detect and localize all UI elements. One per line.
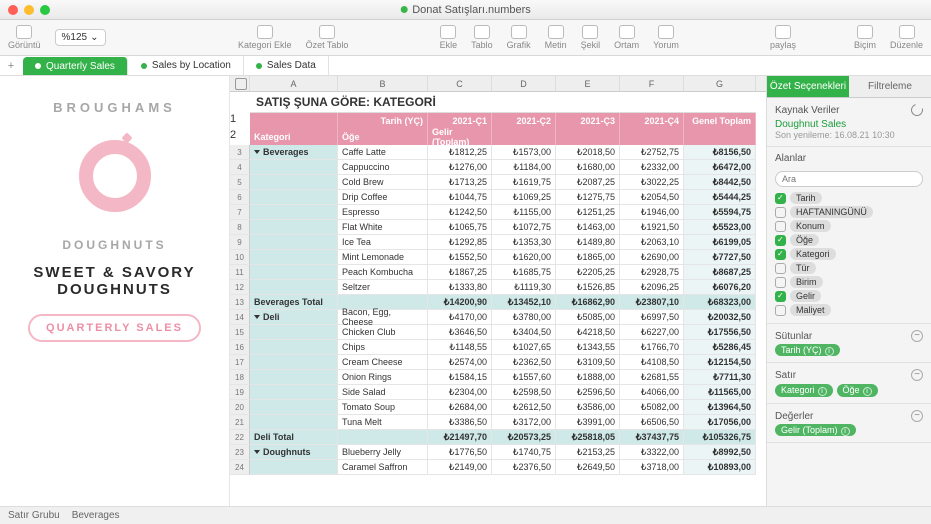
table-row[interactable]: 10Mint Lemonade₺1552,50₺1620,00₺1865,00₺… bbox=[230, 250, 766, 265]
minimize-window-icon[interactable] bbox=[24, 5, 34, 15]
remove-icon[interactable]: − bbox=[911, 330, 923, 342]
table-row[interactable]: 17Cream Cheese₺2574,00₺2362,50₺3109,50₺4… bbox=[230, 355, 766, 370]
rows-heading: Satır bbox=[775, 370, 796, 381]
date-header[interactable]: Tarih (YÇ) bbox=[338, 113, 428, 129]
inspector-panel: Özet Seçenekleri Filtreleme Kaynak Veril… bbox=[766, 76, 931, 506]
table-row[interactable]: 8Flat White₺1065,75₺1072,75₺1463,00₺1921… bbox=[230, 220, 766, 235]
table-row[interactable]: 24Caramel Saffron₺2149,00₺2376,50₺2649,5… bbox=[230, 460, 766, 475]
field-toggle[interactable]: HAFTANINGÜNÜ bbox=[775, 205, 923, 219]
add-sheet-button[interactable]: + bbox=[0, 56, 22, 75]
table-row[interactable]: 20Tomato Soup₺2684,00₺2612,50₺3586,00₺50… bbox=[230, 400, 766, 415]
value-pill[interactable]: Gelir (Toplam)i bbox=[775, 424, 856, 436]
chevron-down-icon: ⌄ bbox=[90, 32, 98, 43]
field-toggle[interactable]: Maliyet bbox=[775, 303, 923, 317]
brand-tagline-2: DOUGHNUTS bbox=[57, 281, 172, 298]
format-button[interactable]: Biçim bbox=[854, 25, 876, 50]
shape-button[interactable]: Şekil bbox=[581, 25, 601, 50]
table-row[interactable]: 22Deli Total₺21497,70₺20573,25₺25818,05₺… bbox=[230, 430, 766, 445]
field-toggle[interactable]: Tarih bbox=[775, 191, 923, 205]
table-row[interactable]: 12Seltzer₺1333,80₺1119,30₺1526,85₺2096,2… bbox=[230, 280, 766, 295]
fullscreen-window-icon[interactable] bbox=[40, 5, 50, 15]
fields-heading: Alanlar bbox=[775, 153, 923, 164]
pivot-table-button[interactable]: Özet Tablo bbox=[306, 25, 349, 50]
sheet-tab[interactable]: Sales by Location bbox=[129, 56, 244, 75]
table-row[interactable]: 19Side Salad₺2304,00₺2598,50₺2596,50₺406… bbox=[230, 385, 766, 400]
field-toggle[interactable]: Gelir bbox=[775, 289, 923, 303]
brand-logo: BROUGHAMSDOUGHNUTS bbox=[35, 96, 195, 256]
source-heading: Kaynak Veriler bbox=[775, 105, 839, 116]
table-row[interactable]: 21Tuna Melt₺3386,50₺3172,00₺3991,00₺6506… bbox=[230, 415, 766, 430]
field-toggle[interactable]: Öğe bbox=[775, 233, 923, 247]
columns-heading: Sütunlar bbox=[775, 331, 812, 342]
column-headers[interactable]: AB CD EF G bbox=[230, 76, 766, 92]
text-button[interactable]: Metin bbox=[545, 25, 567, 50]
window-title: Donat Satışları.numbers bbox=[400, 4, 531, 16]
table-row[interactable]: 6Drip Coffee₺1044,75₺1069,25₺1275,75₺205… bbox=[230, 190, 766, 205]
table-row[interactable]: 7Espresso₺1242,50₺1155,00₺1251,25₺1946,0… bbox=[230, 205, 766, 220]
field-toggle[interactable]: Kategori bbox=[775, 247, 923, 261]
insert-button[interactable]: Ekle bbox=[440, 25, 458, 50]
media-button[interactable]: Ortam bbox=[614, 25, 639, 50]
quarterly-sales-button[interactable]: QUARTERLY SALES bbox=[28, 314, 201, 342]
field-toggle[interactable]: Birim bbox=[775, 275, 923, 289]
status-bar: Satır Grubu Beverages bbox=[0, 506, 931, 524]
remove-icon[interactable]: − bbox=[911, 410, 923, 422]
table-row[interactable]: 5Cold Brew₺1713,25₺1619,75₺2087,25₺3022,… bbox=[230, 175, 766, 190]
spreadsheet-area[interactable]: AB CD EF G SATIŞ ŞUNA GÖRE: KATEGORİ 1 T… bbox=[230, 76, 766, 506]
table-row[interactable]: 13Beverages Total₺14200,90₺13452,10₺1686… bbox=[230, 295, 766, 310]
field-toggle[interactable]: Tür bbox=[775, 261, 923, 275]
fields-search-input[interactable] bbox=[775, 171, 923, 187]
brand-tagline: SWEET & SAVORY bbox=[33, 264, 195, 281]
view-button[interactable]: Görüntü bbox=[8, 25, 41, 50]
values-heading: Değerler bbox=[775, 411, 813, 422]
table-row[interactable]: 4Cappuccino₺1276,00₺1184,00₺1680,00₺2332… bbox=[230, 160, 766, 175]
sheet-tab[interactable]: Quarterly Sales bbox=[23, 57, 128, 75]
select-all-corner[interactable] bbox=[230, 76, 250, 92]
sheet-tabs: + Quarterly SalesSales by LocationSales … bbox=[0, 56, 931, 76]
source-name[interactable]: Doughnut Sales bbox=[775, 119, 923, 130]
table-row[interactable]: 16Chips₺1148,55₺1027,65₺1343,55₺1766,70₺… bbox=[230, 340, 766, 355]
table-row[interactable]: 15Chicken Club₺3646,50₺3404,50₺4218,50₺6… bbox=[230, 325, 766, 340]
refresh-icon[interactable] bbox=[909, 102, 925, 118]
last-updated-label: Son yenileme: 16.08.21 10:30 bbox=[775, 130, 923, 140]
main-toolbar: Görüntü %125⌄ Büyüt/Küçült Kategori Ekle… bbox=[0, 20, 931, 56]
table-button[interactable]: Tablo bbox=[471, 25, 493, 50]
table-title[interactable]: SATIŞ ŞUNA GÖRE: KATEGORİ bbox=[250, 92, 756, 113]
sheet-tab[interactable]: Sales Data bbox=[244, 56, 329, 75]
table-row[interactable]: 14DeliBacon, Egg, Cheese₺4170,00₺3780,00… bbox=[230, 310, 766, 325]
row-pill-category[interactable]: Kategorii bbox=[775, 384, 833, 397]
table-row[interactable]: 11Peach Kombucha₺1867,25₺1685,75₺2205,25… bbox=[230, 265, 766, 280]
sidebar-canvas: BROUGHAMSDOUGHNUTS SWEET & SAVORY DOUGHN… bbox=[0, 76, 230, 506]
tab-filter[interactable]: Filtreleme bbox=[849, 76, 931, 98]
field-toggle[interactable]: Konum bbox=[775, 219, 923, 233]
close-window-icon[interactable] bbox=[8, 5, 18, 15]
zoom-select[interactable]: %125⌄ bbox=[55, 29, 106, 46]
row-group-label: Satır Grubu bbox=[8, 510, 60, 521]
column-pill[interactable]: Tarih (YÇ)i bbox=[775, 344, 840, 356]
table-row[interactable]: 9Ice Tea₺1292,85₺1353,30₺1489,80₺2063,10… bbox=[230, 235, 766, 250]
organize-button[interactable]: Düzenle bbox=[890, 25, 923, 50]
row-pill-item[interactable]: Öğei bbox=[837, 384, 878, 397]
table-row[interactable]: 23DoughnutsBlueberry Jelly₺1776,50₺1740,… bbox=[230, 445, 766, 460]
comment-button[interactable]: Yorum bbox=[653, 25, 679, 50]
chart-button[interactable]: Grafik bbox=[507, 25, 531, 50]
row-group-value: Beverages bbox=[72, 510, 120, 521]
tab-pivot-options[interactable]: Özet Seçenekleri bbox=[767, 76, 849, 98]
table-row[interactable]: 3BeveragesCaffe Latte₺1812,25₺1573,00₺20… bbox=[230, 145, 766, 160]
donut-icon bbox=[79, 140, 151, 212]
add-category-button[interactable]: Kategori Ekle bbox=[238, 25, 292, 50]
remove-icon[interactable]: − bbox=[911, 369, 923, 381]
share-button[interactable]: paylaş bbox=[770, 25, 796, 50]
table-row[interactable]: 18Onion Rings₺1584,15₺1557,60₺1888,00₺26… bbox=[230, 370, 766, 385]
document-status-icon bbox=[400, 6, 407, 13]
window-titlebar: Donat Satışları.numbers bbox=[0, 0, 931, 20]
